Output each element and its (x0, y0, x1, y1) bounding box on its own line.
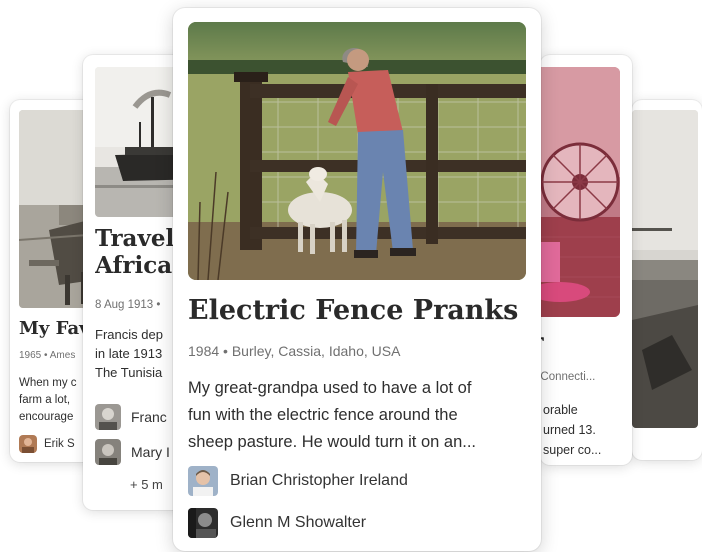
story-card-carousel: My Fav 1965 • Ames When my c farm a lot,… (0, 0, 702, 552)
farmer-and-sheep-photo (188, 22, 526, 280)
story-photo (540, 67, 620, 317)
story-excerpt: My great-grandpa used to have a lot of f… (188, 375, 526, 456)
story-title: Traveli Africa (95, 225, 183, 279)
story-meta: 1984 • Burley, Cassia, Idaho, USA (188, 343, 401, 359)
contributor-name: Erik S (44, 438, 75, 450)
story-meta: , Connecti... (540, 371, 596, 383)
avatar (19, 435, 37, 453)
story-card-right[interactable]: r , Connecti... orable urned 13. super c… (540, 55, 632, 465)
bw-landscape-photo (632, 110, 698, 428)
contributor-glenn[interactable]: Glenn M Showalter (188, 508, 366, 538)
contributor-name: Franc (131, 409, 167, 425)
excerpt-line: sheep pasture. He would turn it on an... (188, 433, 477, 451)
more-contributors-link[interactable]: + 5 m (130, 477, 163, 492)
story-photo (188, 22, 526, 280)
title-line: Africa (95, 252, 173, 280)
contributor-brian[interactable]: Brian Christopher Ireland (188, 466, 408, 496)
excerpt-line: super co... (543, 443, 602, 457)
story-card-featured[interactable]: Electric Fence Pranks 1984 • Burley, Cas… (173, 8, 541, 551)
story-title: Electric Fence Pranks (188, 295, 519, 326)
story-meta: 1965 • Ames (19, 350, 76, 361)
story-excerpt: orable urned 13. super co... (543, 400, 632, 460)
avatar (95, 439, 121, 465)
story-title: My Fav (19, 318, 90, 339)
excerpt-line: urned 13. (543, 423, 596, 437)
avatar (188, 466, 218, 496)
excerpt-line: fun with the electric fence around the (188, 406, 458, 424)
story-photo (632, 110, 698, 428)
contributor[interactable]: Erik S (19, 435, 75, 453)
excerpt-line: My great-grandpa used to have a lot of (188, 379, 472, 397)
title-line: Traveli (95, 225, 183, 252)
story-meta: 8 Aug 1913 • (95, 299, 161, 311)
contributor-name: Mary I (131, 444, 170, 460)
contributor-name: Glenn M Showalter (230, 514, 367, 531)
pink-fan-photo (540, 67, 620, 317)
excerpt-line: orable (543, 403, 578, 417)
contributor[interactable]: Franc (95, 404, 167, 430)
contributor[interactable]: Mary I (95, 439, 170, 465)
contributor-name: Brian Christopher Ireland (230, 472, 408, 489)
story-card-far-right[interactable] (632, 100, 702, 460)
avatar (188, 508, 218, 538)
avatar (95, 404, 121, 430)
